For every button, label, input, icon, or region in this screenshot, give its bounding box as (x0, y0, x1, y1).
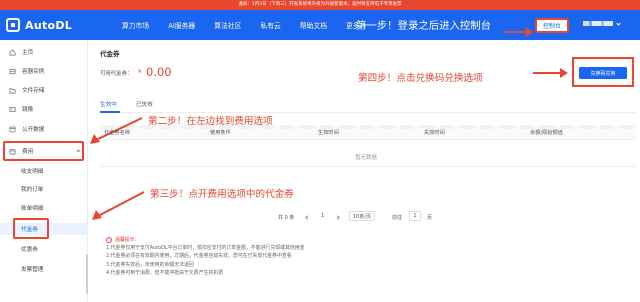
sidebar-item-public-data[interactable]: 公开数据 (0, 123, 88, 135)
sidebar-item-orders[interactable]: 我的订单 (0, 183, 88, 195)
tips-section: 温馨提示： 1.代金券仅用于支付AutoDL平台订单时，抵扣应支付的订单金额，不… (106, 236, 305, 277)
autodl-logo-icon (6, 18, 20, 32)
chevron-down-icon (616, 21, 621, 26)
top-header: AutoDL 算力市场 AI服务器 算法社区 私有云 帮助文档 更多 第一步！登… (0, 10, 640, 40)
sidebar-item-label: 容器实例 (22, 69, 45, 75)
sidebar-item-storage[interactable]: 文件存储 (0, 84, 88, 96)
sidebar-item-bills[interactable]: 账单明细 (0, 202, 88, 214)
nav-item-market[interactable]: 算力市场 (122, 20, 149, 30)
prev-page-icon[interactable] (305, 215, 310, 220)
table-divider (100, 166, 636, 167)
image-icon (9, 106, 16, 112)
goto-page-input[interactable]: 1 (409, 211, 421, 221)
pagination-page-unit: 页 (427, 215, 433, 221)
brand-name: AutoDL (25, 18, 73, 32)
tab-active-indicator (100, 111, 120, 113)
column-header-end-time: 失效时间 (424, 130, 445, 136)
main-content: 代金券 可用代金券： ¥ 0.00 第四步！点击兑换码兑换选项 兑换码兑换 生效… (90, 40, 640, 302)
currency-symbol: ¥ (138, 69, 142, 75)
pagination-goto-label: 前往 (392, 215, 403, 221)
username-blurred (583, 21, 613, 26)
empty-state-text: 暂无数据 (355, 155, 377, 161)
tab-expired-vouchers[interactable]: 已失效 (136, 100, 153, 108)
highlight-billing-box (3, 141, 84, 161)
top-nav: 算力市场 AI服务器 算法社区 私有云 帮助文档 更多 (122, 10, 385, 40)
page-title: 代金券 (100, 50, 120, 58)
tips-line: 4.代金券可用于消费，但不能冲抵由于欠费产生的扣费 (106, 269, 224, 276)
nav-item-docs[interactable]: 帮助文档 (300, 20, 327, 30)
sidebar-item-images[interactable]: 镜像 (0, 103, 88, 115)
tips-line: 2.代金券必须在有效期内使用，过期后，代金券自动失效，您可在已失效代金券中查看 (106, 253, 292, 260)
sidebar-item-containers[interactable]: 容器实例 (0, 65, 88, 77)
container-icon (9, 68, 16, 74)
sidebar-item-label: 公开数据 (22, 127, 45, 133)
tips-title-text: 温馨提示： (115, 237, 140, 243)
arrow-right-icon (504, 27, 533, 37)
sidebar-item-label: 主页 (22, 50, 34, 56)
notice-bar: 通知：1月3日（下周三）开发系统将升级为升级新版本，届时将支持电子专用发票 (0, 0, 640, 10)
sidebar-item-transactions[interactable]: 收支明细 (0, 165, 88, 177)
column-header-start-time: 生效时间 (318, 130, 339, 136)
highlight-redeem-box: 兑换码兑换 (572, 57, 634, 87)
user-menu[interactable] (583, 21, 621, 26)
next-page-icon[interactable] (335, 215, 340, 220)
sidebar-scrollbar[interactable] (86, 254, 88, 294)
column-header-condition: 使用条件 (210, 130, 231, 136)
arrow-down-left-icon (92, 191, 145, 220)
nav-item-ai-server[interactable]: AI服务器 (168, 20, 195, 30)
page-size-select[interactable]: 10条/页 (349, 211, 375, 221)
folder-icon (9, 87, 16, 93)
console-button[interactable]: 控制台 (535, 18, 569, 33)
sidebar-item-home[interactable]: 主页 (0, 46, 88, 58)
sidebar-item-coupons[interactable]: 优惠券 (0, 243, 88, 255)
voucher-balance: 0.00 (146, 65, 172, 79)
nav-item-private-cloud[interactable]: 私有云 (260, 20, 280, 30)
home-icon (9, 48, 16, 55)
warning-icon (106, 237, 112, 244)
tips-line: 3.代金券失效后，未使用的余额无法退回 (106, 261, 194, 268)
tips-line: 1.代金券仅用于支付AutoDL平台订单时，抵扣应支付的订单金额，不能进行兑现或… (106, 245, 305, 252)
tips-title: 温馨提示： (106, 236, 305, 244)
sidebar-item-label: 文件存储 (22, 88, 45, 94)
tab-active-vouchers[interactable]: 生效中 (100, 100, 117, 108)
sidebar: 主页 容器实例 文件存储 镜像 公开数据 费用 收支明细 我的订单 账单明细 代… (0, 40, 88, 302)
database-icon (9, 126, 16, 132)
redeem-code-button[interactable]: 兑换码兑换 (579, 67, 627, 79)
column-header-balance: 余额/原始额值 (530, 130, 563, 136)
annotation-step1: 第一步！登录之后进入控制台 (356, 20, 492, 32)
balance-label: 可用代金券： (100, 71, 133, 77)
highlight-vouchers-box (13, 218, 49, 239)
column-header-name: 代金券名称 (104, 130, 130, 136)
sidebar-item-invoices[interactable]: 发票管理 (0, 263, 88, 275)
pagination-current-page[interactable]: 1 (321, 213, 324, 219)
annotation-step4: 第四步！点击兑换码兑换选项 (358, 73, 483, 84)
sidebar-item-label: 镜像 (22, 107, 34, 113)
brand-logo[interactable]: AutoDL (6, 17, 72, 33)
table-divider (100, 139, 636, 140)
pagination-total: 共 0 条 (278, 215, 295, 221)
nav-item-community[interactable]: 算法社区 (214, 20, 241, 30)
annotation-step2: 第二步！在左边找到费用选项 (148, 116, 273, 127)
arrow-right-icon (533, 68, 568, 78)
annotation-step3: 第三步！点开费用选项中的代金券 (150, 189, 294, 200)
